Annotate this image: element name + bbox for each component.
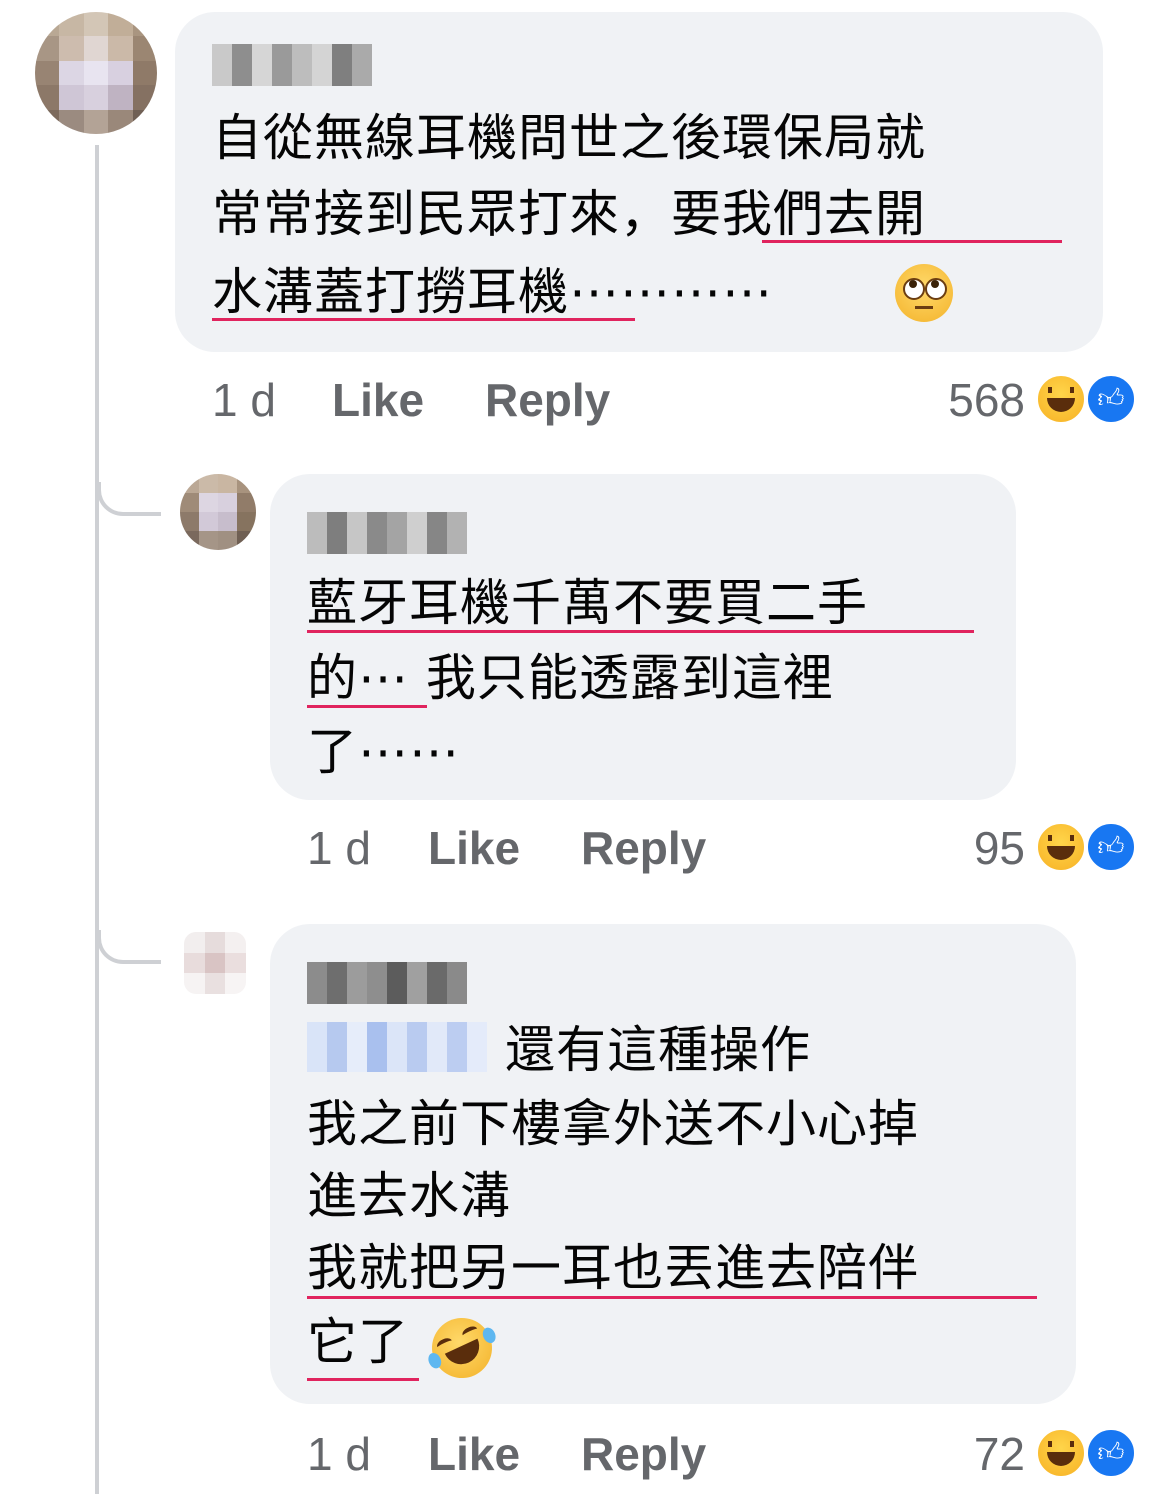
- reply-button[interactable]: Reply: [581, 1424, 706, 1484]
- like-icon: 👍︎: [1086, 1428, 1136, 1478]
- reply-button[interactable]: Reply: [485, 370, 610, 430]
- haha-icon: [1036, 822, 1086, 872]
- comment-text: 進去水溝: [307, 1167, 511, 1225]
- timestamp[interactable]: 1 d: [307, 1424, 371, 1484]
- highlight-underline: [307, 1296, 1037, 1299]
- comment-text: 的⋯ 我只能透露到這裡: [307, 649, 834, 707]
- highlight-underline: [307, 630, 974, 633]
- author-name[interactable]: [212, 44, 372, 86]
- comment-text: 還有這種操作: [505, 1021, 811, 1079]
- comment-text: 了⋯⋯: [307, 723, 460, 781]
- reaction-count[interactable]: 72: [880, 1424, 1025, 1484]
- like-button[interactable]: Like: [332, 370, 424, 430]
- comment-text: 我之前下樓拿外送不小心掉: [307, 1095, 919, 1153]
- highlight-underline: [212, 318, 635, 321]
- comment-text: 我就把另一耳也丟進去陪伴: [307, 1239, 919, 1297]
- highlight-underline: [307, 1378, 419, 1381]
- reaction-count[interactable]: 568: [880, 370, 1025, 430]
- haha-icon: [1036, 1428, 1086, 1478]
- like-icon: 👍︎: [1086, 822, 1136, 872]
- like-button[interactable]: Like: [428, 818, 520, 878]
- mention-tag[interactable]: [307, 1022, 487, 1072]
- author-name[interactable]: [307, 512, 467, 554]
- comment-text: 自從無線耳機問世之後環保局就: [212, 109, 926, 167]
- like-button[interactable]: Like: [428, 1424, 520, 1484]
- reaction-count[interactable]: 95: [880, 818, 1025, 878]
- thread-branch: [97, 482, 161, 516]
- timestamp[interactable]: 1 d: [212, 370, 276, 430]
- comment-text: 它了: [307, 1313, 409, 1371]
- highlight-underline: [762, 240, 1062, 243]
- thread-branch: [97, 930, 161, 964]
- haha-icon: [1036, 374, 1086, 424]
- timestamp[interactable]: 1 d: [307, 818, 371, 878]
- comment-text: 常常接到民眾打來，要我們去開: [212, 185, 926, 243]
- avatar[interactable]: [184, 932, 246, 994]
- eye-roll-emoji: [895, 264, 953, 322]
- comment-text: 藍牙耳機千萬不要買二手: [307, 574, 868, 632]
- reply-button[interactable]: Reply: [581, 818, 706, 878]
- avatar[interactable]: [35, 12, 157, 134]
- thread-line: [95, 145, 99, 1494]
- author-name[interactable]: [307, 962, 467, 1004]
- comment-text: 水溝蓋打撈耳機⋯⋯⋯⋯: [212, 263, 773, 321]
- avatar[interactable]: [180, 474, 256, 550]
- highlight-underline: [307, 705, 427, 708]
- like-icon: 👍︎: [1086, 374, 1136, 424]
